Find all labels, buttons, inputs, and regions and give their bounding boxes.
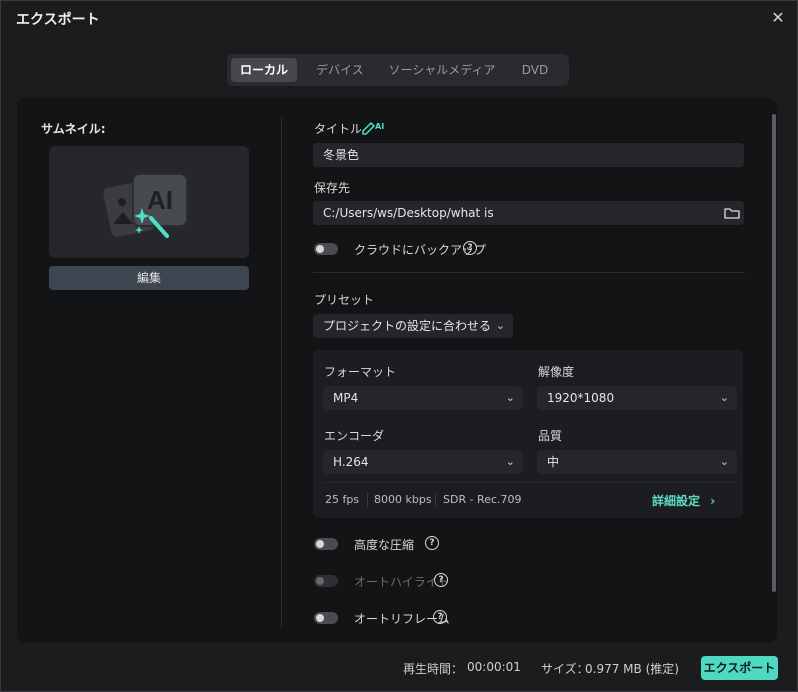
ai-pen-icon[interactable]: AI (361, 119, 385, 135)
chevron-right-icon: › (710, 494, 716, 508)
reframe-help-icon[interactable]: ? (433, 610, 447, 624)
title-label: タイトル (314, 122, 363, 136)
encoder-value: H.264 (333, 455, 369, 469)
duration-value: 00:00:01 (467, 660, 521, 674)
quality-label: 品質 (538, 429, 563, 443)
resolution-value: 1920*1080 (547, 391, 615, 405)
color-space-value: SDR - Rec.709 (443, 493, 522, 506)
advanced-compression-toggle[interactable] (314, 538, 338, 550)
encoder-dropdown[interactable]: H.264 ⌄ (323, 450, 523, 474)
destination-label: 保存先 (314, 181, 351, 195)
column-divider (281, 118, 282, 628)
format-value: MP4 (333, 391, 359, 405)
folder-icon[interactable] (724, 206, 740, 220)
auto-highlight-toggle[interactable] (314, 575, 338, 587)
tab-social-media[interactable]: ソーシャルメディア (387, 58, 497, 82)
tab-device[interactable]: デバイス (305, 58, 375, 82)
advanced-settings-label: 詳細設定 (652, 494, 701, 508)
encoder-label: エンコーダ (324, 429, 385, 443)
preset-value: プロジェクトの設定に合わせる (323, 319, 492, 333)
bitrate-value: 8000 kbps (374, 493, 432, 506)
format-dropdown[interactable]: MP4 ⌄ (323, 386, 523, 410)
thumbnail-preview[interactable]: AI (49, 146, 249, 258)
quality-value: 中 (547, 455, 560, 469)
compression-help-icon[interactable]: ? (425, 536, 439, 550)
highlight-help-icon[interactable]: ? (434, 573, 448, 587)
tab-local[interactable]: ローカル (231, 58, 297, 82)
svg-text:AI: AI (147, 185, 173, 215)
ai-badge: AI (375, 122, 385, 131)
title-input[interactable]: 冬景色 (313, 143, 744, 167)
export-tabs: ローカル デバイス ソーシャルメディア DVD (227, 54, 569, 86)
section-divider (313, 272, 745, 273)
title-bar: エクスポート ✕ (1, 1, 797, 35)
format-label: フォーマット (324, 365, 397, 379)
destination-input[interactable]: C:/Users/ws/Desktop/what is (313, 201, 744, 225)
chevron-down-icon: ⌄ (719, 455, 729, 468)
size-value: 0.977 MB (推定) (585, 662, 679, 676)
advanced-settings-link[interactable]: 詳細設定 › (652, 492, 715, 509)
chevron-down-icon: ⌄ (495, 319, 505, 332)
ai-magic-image-icon: AI (103, 173, 188, 238)
resolution-label: 解像度 (538, 365, 575, 379)
cloud-help-icon[interactable]: ? (463, 241, 477, 255)
cloud-backup-toggle[interactable] (314, 243, 338, 255)
duration-label: 再生時間： (403, 662, 464, 676)
spec-separator (367, 493, 368, 507)
format-inner-divider (323, 482, 737, 483)
spec-separator (435, 493, 436, 507)
edit-thumbnail-button[interactable]: 編集 (49, 266, 249, 290)
preset-dropdown[interactable]: プロジェクトの設定に合わせる ⌄ (313, 314, 513, 338)
tab-dvd[interactable]: DVD (509, 58, 561, 82)
advanced-compression-label: 高度な圧縮 (354, 538, 415, 552)
chevron-down-icon: ⌄ (719, 391, 729, 404)
export-button[interactable]: エクスポート (701, 656, 778, 680)
settings-panel: サムネイル: AI 編集 タイトル AI 冬景色 保存先 C:/Users/ws… (17, 98, 777, 643)
scrollbar[interactable] (772, 114, 776, 592)
fps-value: 25 fps (325, 493, 360, 506)
quality-dropdown[interactable]: 中 ⌄ (537, 450, 737, 474)
preset-label: プリセット (314, 293, 375, 307)
chevron-down-icon: ⌄ (505, 391, 515, 404)
export-dialog: エクスポート ✕ ローカル デバイス ソーシャルメディア DVD サムネイル: … (0, 0, 798, 692)
close-icon[interactable]: ✕ (767, 7, 789, 29)
dialog-title: エクスポート (16, 12, 100, 28)
auto-reframe-toggle[interactable] (314, 612, 338, 624)
size-label: サイズ： (541, 662, 589, 676)
resolution-dropdown[interactable]: 1920*1080 ⌄ (537, 386, 737, 410)
thumbnail-label: サムネイル: (41, 122, 106, 136)
chevron-down-icon: ⌄ (505, 455, 515, 468)
